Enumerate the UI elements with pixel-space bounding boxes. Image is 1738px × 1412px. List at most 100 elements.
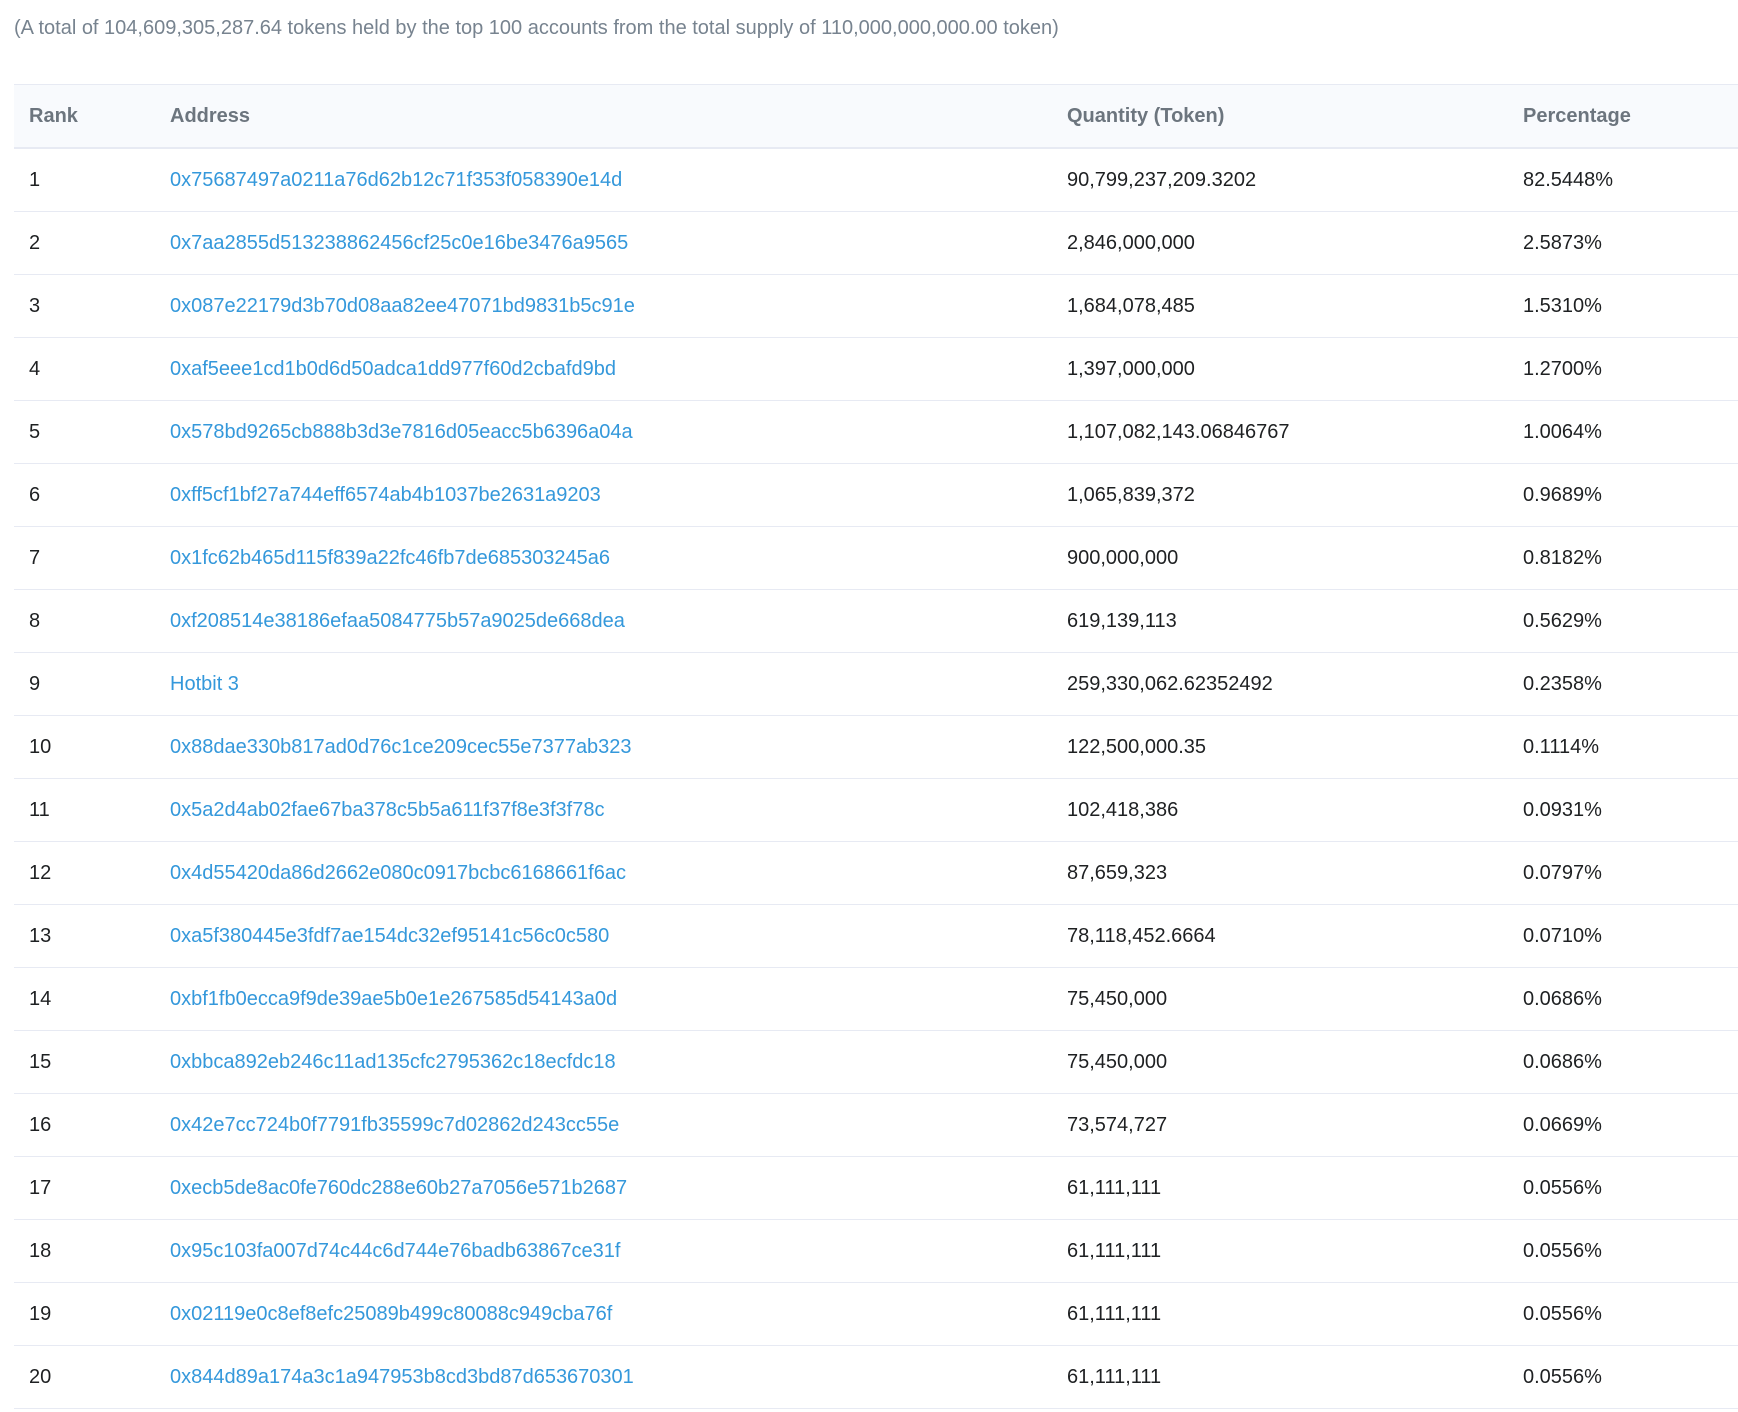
rank-cell: 20 <box>14 1345 155 1409</box>
rank-cell: 3 <box>14 274 155 338</box>
address-link[interactable]: 0xbf1fb0ecca9f9de39ae5b0e1e267585d54143a… <box>170 988 617 1010</box>
rank-cell: 17 <box>14 1156 155 1220</box>
address-link[interactable]: 0x95c103fa007d74c44c6d744e76badb63867ce3… <box>170 1240 620 1262</box>
address-link[interactable]: Hotbit 3 <box>170 673 239 695</box>
address-cell: 0x88dae330b817ad0d76c1ce209cec55e7377ab3… <box>155 715 1052 779</box>
rank-cell: 8 <box>14 589 155 653</box>
address-link[interactable]: 0x4d55420da86d2662e080c0917bcbc6168661f6… <box>170 862 626 884</box>
table-row: 20 0x844d89a174a3c1a947953b8cd3bd87d65367… <box>14 1345 1738 1409</box>
quantity-cell: 90,799,237,209.3202 <box>1052 148 1508 212</box>
rank-cell: 2 <box>14 211 155 275</box>
percentage-cell: 0.0686% <box>1508 967 1738 1031</box>
address-link[interactable]: 0xaf5eee1cd1b0d6d50adca1dd977f60d2cbafd9… <box>170 358 616 380</box>
table-row: 14 0xbf1fb0ecca9f9de39ae5b0e1e267585d5414… <box>14 967 1738 1031</box>
percentage-cell: 0.0669% <box>1508 1093 1738 1157</box>
address-cell: 0x1fc62b465d115f839a22fc46fb7de685303245… <box>155 526 1052 590</box>
address-cell: 0xbf1fb0ecca9f9de39ae5b0e1e267585d54143a… <box>155 967 1052 1031</box>
quantity-cell: 61,111,111 <box>1052 1282 1508 1346</box>
column-header-rank: Rank <box>14 85 155 149</box>
percentage-cell: 2.5873% <box>1508 211 1738 275</box>
quantity-cell: 75,450,000 <box>1052 1030 1508 1094</box>
quantity-cell: 619,139,113 <box>1052 589 1508 653</box>
address-link[interactable]: 0xf208514e38186efaa5084775b57a9025de668d… <box>170 610 625 632</box>
table-row: 7 0x1fc62b465d115f839a22fc46fb7de68530324… <box>14 526 1738 590</box>
address-link[interactable]: 0x1fc62b465d115f839a22fc46fb7de685303245… <box>170 547 610 569</box>
address-cell: 0x5a2d4ab02fae67ba378c5b5a611f37f8e3f3f7… <box>155 778 1052 842</box>
address-cell: Hotbit 3 <box>155 652 1052 716</box>
quantity-cell: 61,111,111 <box>1052 1156 1508 1220</box>
quantity-cell: 61,111,111 <box>1052 1219 1508 1283</box>
column-header-address: Address <box>155 85 1052 149</box>
address-cell: 0x087e22179d3b70d08aa82ee47071bd9831b5c9… <box>155 274 1052 338</box>
address-cell: 0xecb5de8ac0fe760dc288e60b27a7056e571b26… <box>155 1156 1052 1220</box>
table-row: 6 0xff5cf1bf27a744eff6574ab4b1037be2631a9… <box>14 463 1738 527</box>
percentage-cell: 0.0710% <box>1508 904 1738 968</box>
holders-table-body: 1 0x75687497a0211a76d62b12c71f353f058390e… <box>14 148 1738 1409</box>
rank-cell: 13 <box>14 904 155 968</box>
quantity-cell: 75,450,000 <box>1052 967 1508 1031</box>
table-row: 18 0x95c103fa007d74c44c6d744e76badb63867c… <box>14 1219 1738 1283</box>
rank-cell: 4 <box>14 337 155 401</box>
rank-cell: 11 <box>14 778 155 842</box>
rank-cell: 18 <box>14 1219 155 1283</box>
address-link[interactable]: 0x5a2d4ab02fae67ba378c5b5a611f37f8e3f3f7… <box>170 799 604 821</box>
percentage-cell: 0.1114% <box>1508 715 1738 779</box>
address-link[interactable]: 0x087e22179d3b70d08aa82ee47071bd9831b5c9… <box>170 295 635 317</box>
holders-summary: (A total of 104,609,305,287.64 tokens he… <box>14 17 1059 39</box>
address-cell: 0x844d89a174a3c1a947953b8cd3bd87d6536703… <box>155 1345 1052 1409</box>
address-cell: 0x7aa2855d513238862456cf25c0e16be3476a95… <box>155 211 1052 275</box>
address-cell: 0xff5cf1bf27a744eff6574ab4b1037be2631a92… <box>155 463 1052 527</box>
header-row: Rank Address Quantity (Token) Percentage <box>14 85 1738 149</box>
percentage-cell: 0.5629% <box>1508 589 1738 653</box>
rank-cell: 12 <box>14 841 155 905</box>
address-cell: 0x02119e0c8ef8efc25089b499c80088c949cba7… <box>155 1282 1052 1346</box>
quantity-cell: 259,330,062.62352492 <box>1052 652 1508 716</box>
quantity-cell: 102,418,386 <box>1052 778 1508 842</box>
percentage-cell: 0.0556% <box>1508 1282 1738 1346</box>
table-row: 16 0x42e7cc724b0f7791fb35599c7d02862d243c… <box>14 1093 1738 1157</box>
table-row: 13 0xa5f380445e3fdf7ae154dc32ef95141c56c0… <box>14 904 1738 968</box>
quantity-cell: 122,500,000.35 <box>1052 715 1508 779</box>
table-row: 19 0x02119e0c8ef8efc25089b499c80088c949cb… <box>14 1282 1738 1346</box>
address-link[interactable]: 0x42e7cc724b0f7791fb35599c7d02862d243cc5… <box>170 1114 619 1136</box>
percentage-cell: 0.0556% <box>1508 1219 1738 1283</box>
quantity-cell: 87,659,323 <box>1052 841 1508 905</box>
column-header-percentage: Percentage <box>1508 85 1738 149</box>
address-link[interactable]: 0xbbca892eb246c11ad135cfc2795362c18ecfdc… <box>170 1051 616 1073</box>
rank-cell: 6 <box>14 463 155 527</box>
address-cell: 0x578bd9265cb888b3d3e7816d05eacc5b6396a0… <box>155 400 1052 464</box>
table-row: 17 0xecb5de8ac0fe760dc288e60b27a7056e571b… <box>14 1156 1738 1220</box>
rank-cell: 1 <box>14 148 155 212</box>
table-row: 12 0x4d55420da86d2662e080c0917bcbc6168661… <box>14 841 1738 905</box>
quantity-cell: 900,000,000 <box>1052 526 1508 590</box>
address-link[interactable]: 0x75687497a0211a76d62b12c71f353f058390e1… <box>170 169 622 191</box>
percentage-cell: 1.5310% <box>1508 274 1738 338</box>
table-row: 8 0xf208514e38186efaa5084775b57a9025de668… <box>14 589 1738 653</box>
address-link[interactable]: 0x02119e0c8ef8efc25089b499c80088c949cba7… <box>170 1303 612 1325</box>
percentage-cell: 0.0686% <box>1508 1030 1738 1094</box>
percentage-cell: 0.0556% <box>1508 1156 1738 1220</box>
address-cell: 0xa5f380445e3fdf7ae154dc32ef95141c56c0c5… <box>155 904 1052 968</box>
address-link[interactable]: 0xa5f380445e3fdf7ae154dc32ef95141c56c0c5… <box>170 925 609 947</box>
address-cell: 0xf208514e38186efaa5084775b57a9025de668d… <box>155 589 1052 653</box>
address-link[interactable]: 0x7aa2855d513238862456cf25c0e16be3476a95… <box>170 232 628 254</box>
address-cell: 0x4d55420da86d2662e080c0917bcbc6168661f6… <box>155 841 1052 905</box>
address-cell: 0x75687497a0211a76d62b12c71f353f058390e1… <box>155 148 1052 212</box>
address-link[interactable]: 0xff5cf1bf27a744eff6574ab4b1037be2631a92… <box>170 484 601 506</box>
percentage-cell: 0.2358% <box>1508 652 1738 716</box>
percentage-cell: 0.0797% <box>1508 841 1738 905</box>
address-link[interactable]: 0x578bd9265cb888b3d3e7816d05eacc5b6396a0… <box>170 421 633 443</box>
holders-table: Rank Address Quantity (Token) Percentage… <box>14 85 1738 1409</box>
percentage-cell: 0.8182% <box>1508 526 1738 590</box>
quantity-cell: 1,065,839,372 <box>1052 463 1508 527</box>
percentage-cell: 82.5448% <box>1508 148 1738 212</box>
percentage-cell: 1.0064% <box>1508 400 1738 464</box>
address-link[interactable]: 0x88dae330b817ad0d76c1ce209cec55e7377ab3… <box>170 736 632 758</box>
table-row: 5 0x578bd9265cb888b3d3e7816d05eacc5b6396a… <box>14 400 1738 464</box>
address-link[interactable]: 0x844d89a174a3c1a947953b8cd3bd87d6536703… <box>170 1366 634 1388</box>
table-row: 1 0x75687497a0211a76d62b12c71f353f058390e… <box>14 148 1738 212</box>
address-link[interactable]: 0xecb5de8ac0fe760dc288e60b27a7056e571b26… <box>170 1177 627 1199</box>
rank-cell: 9 <box>14 652 155 716</box>
rank-cell: 16 <box>14 1093 155 1157</box>
percentage-cell: 1.2700% <box>1508 337 1738 401</box>
